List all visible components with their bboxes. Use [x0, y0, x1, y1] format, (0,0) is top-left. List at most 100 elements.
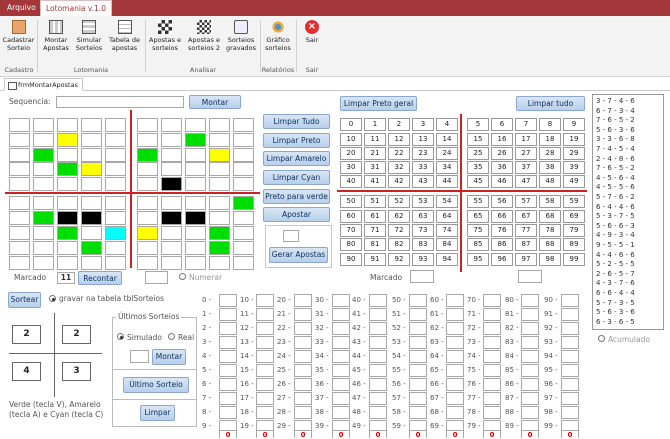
list-item[interactable]: 4 - 4 - 6 - 6	[596, 251, 635, 259]
grid-cell[interactable]	[57, 256, 78, 270]
number-cell[interactable]: 75	[467, 224, 489, 237]
list-item[interactable]: 4 - 5 - 5 - 6	[596, 183, 635, 191]
grafico-sorteios-button[interactable]: Gráfico sorteios	[263, 18, 293, 64]
grid-cell[interactable]	[33, 133, 54, 147]
grid-cell[interactable]	[209, 211, 230, 225]
list-item[interactable]: 4 - 3 - 7 - 6	[596, 279, 635, 287]
apostas-sorteios-button[interactable]: Apostas e sorteios	[148, 18, 182, 64]
number-cell[interactable]: 30	[340, 161, 362, 174]
grid-cell[interactable]	[9, 148, 30, 162]
grid-cell[interactable]	[57, 133, 78, 147]
grid-cell[interactable]	[9, 162, 30, 176]
simular-sorteios-button[interactable]: Simular Sorteios	[74, 18, 104, 64]
number-cell[interactable]: 63	[412, 210, 434, 223]
number-cell[interactable]: 61	[364, 210, 386, 223]
number-cell[interactable]: 18	[539, 133, 561, 146]
list-item[interactable]: 3 - 7 - 4 - 6	[596, 97, 635, 105]
grid-cell[interactable]	[161, 211, 182, 225]
grid-cell[interactable]	[209, 133, 230, 147]
grid-cell[interactable]	[105, 256, 126, 270]
number-cell[interactable]: 78	[539, 224, 561, 237]
grid-cell[interactable]	[81, 177, 102, 191]
number-cell[interactable]: 55	[467, 195, 489, 208]
montar-apostas-button[interactable]: Montar Apostas	[40, 18, 72, 64]
grid-cell[interactable]	[137, 177, 158, 191]
number-cell[interactable]: 33	[412, 161, 434, 174]
grid-cell[interactable]	[33, 162, 54, 176]
list-item[interactable]: 6 - 7 - 3 - 4	[596, 107, 635, 115]
number-cell[interactable]: 4	[436, 118, 458, 131]
number-cell[interactable]: 23	[412, 147, 434, 160]
grid-cell[interactable]	[33, 177, 54, 191]
list-item[interactable]: 9 - 5 - 5 - 1	[596, 241, 635, 249]
grid-cell[interactable]	[9, 118, 30, 132]
grid-cell[interactable]	[57, 226, 78, 240]
number-cell[interactable]: 36	[491, 161, 513, 174]
number-cell[interactable]: 29	[563, 147, 585, 160]
marcado-input-2[interactable]	[410, 270, 434, 283]
list-item[interactable]: 6 - 6 - 4 - 4	[596, 289, 635, 297]
number-cell[interactable]: 60	[340, 210, 362, 223]
recontar-button[interactable]: Recontar	[78, 271, 122, 285]
cadastrar-sorteio-button[interactable]: Cadastrar Sorteio	[2, 18, 35, 64]
tab-arquivo[interactable]: Arquivo	[2, 0, 41, 16]
number-cell[interactable]: 70	[340, 224, 362, 237]
grid-cell[interactable]	[161, 226, 182, 240]
number-cell[interactable]: 47	[515, 175, 537, 188]
list-item[interactable]: 6 - 4 - 4 - 6	[596, 203, 635, 211]
marcado-mid-input[interactable]	[145, 271, 168, 284]
number-cell[interactable]: 34	[436, 161, 458, 174]
marcado-input-3[interactable]	[518, 270, 542, 283]
limpar-cyan-button[interactable]: Limpar Cyan	[263, 170, 330, 185]
number-cell[interactable]: 86	[491, 238, 513, 251]
grid-cell[interactable]	[9, 133, 30, 147]
number-cell[interactable]: 28	[539, 147, 561, 160]
grid-cell[interactable]	[105, 177, 126, 191]
grid-cell[interactable]	[81, 241, 102, 255]
grid-cell[interactable]	[161, 241, 182, 255]
grid-cell[interactable]	[161, 162, 182, 176]
apostas-sorteios2-button[interactable]: Apostas e sorteios 2	[185, 18, 223, 64]
number-cell[interactable]: 77	[515, 224, 537, 237]
grid-cell[interactable]	[233, 118, 254, 132]
grid-cell[interactable]	[57, 211, 78, 225]
real-radio[interactable]	[168, 333, 175, 340]
number-cell[interactable]: 96	[491, 253, 513, 266]
grid-cell[interactable]	[9, 226, 30, 240]
gerar-count-input[interactable]	[283, 230, 299, 242]
grid-cell[interactable]	[33, 226, 54, 240]
grid-cell[interactable]	[233, 196, 254, 210]
list-item[interactable]: 5 - 3 - 7 - 5	[596, 212, 635, 220]
number-cell[interactable]: 97	[515, 253, 537, 266]
grid-cell[interactable]	[57, 162, 78, 176]
number-cell[interactable]: 71	[364, 224, 386, 237]
number-cell[interactable]: 22	[388, 147, 410, 160]
number-cell[interactable]: 31	[364, 161, 386, 174]
number-cell[interactable]: 83	[412, 238, 434, 251]
number-cell[interactable]: 99	[563, 253, 585, 266]
grid-cell[interactable]	[137, 196, 158, 210]
number-cell[interactable]: 88	[539, 238, 561, 251]
number-cell[interactable]: 62	[388, 210, 410, 223]
list-item[interactable]: 5 - 2 - 5 - 5	[596, 260, 635, 268]
grid-cell[interactable]	[57, 196, 78, 210]
grid-cell[interactable]	[209, 256, 230, 270]
number-cell[interactable]: 49	[563, 175, 585, 188]
grid-cell[interactable]	[185, 162, 206, 176]
grid-cell[interactable]	[209, 241, 230, 255]
list-item[interactable]: 2 - 6 - 5 - 7	[596, 270, 635, 278]
montar-button[interactable]: Montar	[189, 95, 241, 109]
grid-cell[interactable]	[185, 241, 206, 255]
grid-cell[interactable]	[33, 256, 54, 270]
numerar-radio[interactable]	[179, 273, 186, 280]
grid-cell[interactable]	[137, 256, 158, 270]
grid-cell[interactable]	[9, 211, 30, 225]
tab-lotomania[interactable]: Lotomania v.1.0	[40, 0, 113, 16]
number-cell[interactable]: 24	[436, 147, 458, 160]
apostar-button[interactable]: Apostar	[263, 207, 330, 222]
number-cell[interactable]: 94	[436, 253, 458, 266]
grid-cell[interactable]	[105, 226, 126, 240]
ultimo-sorteio-button[interactable]: Último Sorteio	[123, 377, 189, 393]
grid-cell[interactable]	[233, 226, 254, 240]
grid-cell[interactable]	[185, 226, 206, 240]
